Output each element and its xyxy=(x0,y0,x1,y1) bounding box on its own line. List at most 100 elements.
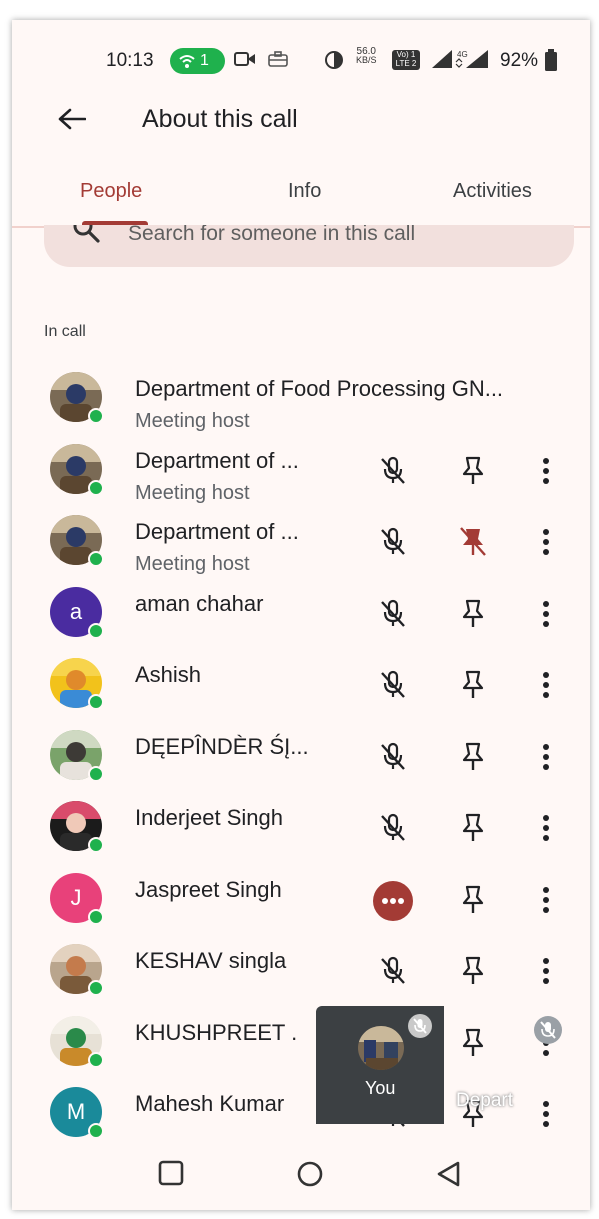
system-nav-bar xyxy=(12,1140,590,1210)
mic-off-icon[interactable] xyxy=(376,740,410,774)
hotspot-icon xyxy=(179,55,195,68)
kebab-menu-icon[interactable] xyxy=(540,454,552,488)
search-input[interactable]: Search for someone in this call xyxy=(128,225,415,246)
pin-active-icon[interactable] xyxy=(458,525,488,559)
avatar-letter: a xyxy=(69,598,83,624)
kebab-menu-icon[interactable] xyxy=(540,811,552,845)
status-bar: 10:13 1 56.0 KB/S Vo) 1 LTE 2 4G 92% xyxy=(12,20,590,100)
pin-icon[interactable] xyxy=(458,954,488,988)
tab-bar: People Info Activities xyxy=(12,170,590,228)
participant-name: Department of Food Processing GN... xyxy=(135,376,504,401)
tab-people[interactable]: People xyxy=(80,180,142,203)
online-indicator xyxy=(88,479,104,496)
mic-off-icon[interactable] xyxy=(376,811,410,845)
participant-name: KESHAV singla xyxy=(135,948,287,973)
participant-row[interactable]: Inderjeet Singh xyxy=(12,801,590,871)
signal-icon: 4G xyxy=(432,50,488,68)
kebab-menu-icon[interactable] xyxy=(540,954,552,988)
kebab-menu-icon[interactable] xyxy=(540,597,552,631)
kebab-menu-icon[interactable] xyxy=(540,1097,552,1131)
network-speed: 56.0 KB/S xyxy=(356,47,377,65)
volte-top: Vo) 1 xyxy=(396,50,416,59)
pin-icon[interactable] xyxy=(458,597,488,631)
online-indicator xyxy=(88,980,104,996)
participant-name: Inderjeet Singh xyxy=(135,805,283,830)
participant-name: Ashish xyxy=(135,662,202,687)
tab-info[interactable]: Info xyxy=(288,180,321,203)
pin-icon[interactable] xyxy=(458,811,488,845)
briefcase-icon xyxy=(268,51,288,67)
battery-percent: 92% xyxy=(500,50,539,71)
pin-icon[interactable] xyxy=(458,668,488,702)
arrow-left-icon[interactable] xyxy=(58,108,86,130)
online-indicator xyxy=(88,1051,104,1068)
mic-off-icon[interactable] xyxy=(376,597,410,631)
recents-icon[interactable] xyxy=(158,1160,184,1186)
avatar-letter: M xyxy=(66,1099,86,1124)
participant-name: KHUSHPREET . xyxy=(135,1019,298,1045)
video-camera-icon xyxy=(234,52,255,66)
avatar-letter: J xyxy=(70,884,82,910)
self-view-tile[interactable]: You xyxy=(316,1006,444,1124)
hotspot-pill: 1 xyxy=(170,48,225,74)
vpn-icon xyxy=(325,51,343,69)
participant-role: Meeting host xyxy=(135,553,250,575)
participant-row[interactable]: KESHAV singla xyxy=(12,944,590,1014)
participant-row[interactable]: Department of ... Meeting host xyxy=(12,443,590,514)
back-nav-icon[interactable] xyxy=(436,1160,462,1188)
kebab-menu-icon[interactable] xyxy=(540,668,552,702)
mic-off-icon[interactable] xyxy=(376,954,410,988)
participant-name: Jaspreet Singh xyxy=(135,876,282,902)
mic-off-icon[interactable] xyxy=(376,525,410,559)
home-icon[interactable] xyxy=(296,1160,324,1188)
kebab-menu-icon[interactable] xyxy=(540,525,552,559)
mic-off-icon xyxy=(534,1016,562,1044)
online-indicator xyxy=(88,908,104,925)
online-indicator xyxy=(88,765,104,782)
participant-name: DĘEPÎNDÈR ŚĮ... xyxy=(135,733,309,759)
pin-icon[interactable] xyxy=(458,883,488,917)
pin-icon[interactable] xyxy=(458,1026,488,1060)
search-icon xyxy=(73,225,100,243)
participant-role: Meeting host xyxy=(135,481,250,504)
online-indicator xyxy=(88,408,104,424)
self-label: You xyxy=(365,1078,396,1098)
participant-role: Meeting host xyxy=(135,410,250,432)
kebab-menu-icon[interactable] xyxy=(540,740,552,774)
overlay-caption: Depart xyxy=(456,1090,514,1111)
participant-row[interactable]: KHUSHPREET . xyxy=(12,1015,590,1086)
self-avatar xyxy=(358,1026,404,1070)
participant-row[interactable]: a aman chahar xyxy=(12,586,590,657)
speed-unit: KB/S xyxy=(356,55,377,65)
more-options-icon[interactable] xyxy=(373,880,413,921)
participant-name: Mahesh Kumar xyxy=(135,1091,285,1116)
participant-row[interactable]: Ashish xyxy=(12,658,590,728)
search-bar[interactable]: Search for someone in this call xyxy=(44,225,574,267)
online-indicator xyxy=(88,1123,104,1139)
participant-name: Department of ... xyxy=(135,447,299,473)
self-mic-off-icon xyxy=(408,1014,432,1038)
mic-off-icon[interactable] xyxy=(376,454,410,488)
participant-row[interactable]: J Jaspreet Singh xyxy=(12,872,590,943)
mic-off-icon[interactable] xyxy=(376,668,410,702)
pin-icon[interactable] xyxy=(458,454,488,488)
hotspot-count: 1 xyxy=(200,52,209,69)
online-indicator xyxy=(88,622,104,639)
kebab-menu-icon[interactable] xyxy=(540,883,552,917)
page-title: About this call xyxy=(142,105,298,133)
participant-row[interactable]: Department of ... Meeting host xyxy=(12,515,590,585)
volte-bottom: LTE 2 xyxy=(395,59,417,68)
online-indicator xyxy=(88,694,104,710)
pin-icon[interactable] xyxy=(458,740,488,774)
participant-name: Department of ... xyxy=(135,519,299,544)
network-type: 4G xyxy=(457,50,468,59)
status-time: 10:13 xyxy=(106,50,154,71)
online-indicator xyxy=(88,837,104,853)
participant-name: aman chahar xyxy=(135,590,264,616)
participant-row[interactable]: DĘEPÎNDÈR ŚĮ... xyxy=(12,729,590,800)
participant-row[interactable]: Department of Food Processing GN... Meeti… xyxy=(12,372,590,442)
battery-icon xyxy=(545,49,557,71)
online-indicator xyxy=(88,551,104,567)
tab-activities[interactable]: Activities xyxy=(453,180,532,203)
phone-screen: 10:13 1 56.0 KB/S Vo) 1 LTE 2 4G 92% Abo… xyxy=(12,20,590,1210)
